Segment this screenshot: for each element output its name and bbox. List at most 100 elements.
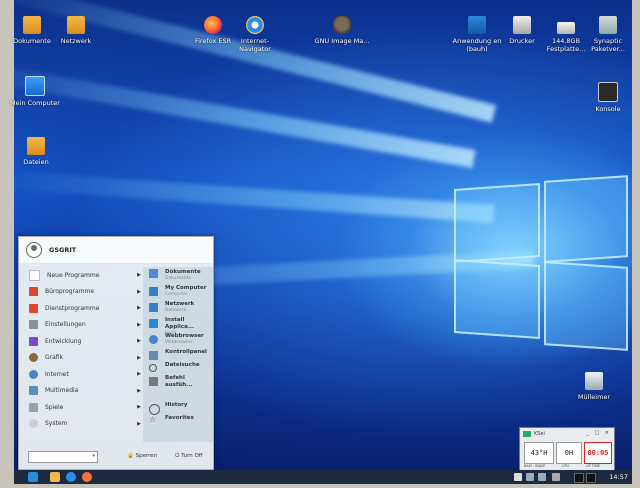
start-menu-places: Dokumente Dokumente My Computer Computer… (143, 267, 213, 442)
place-network[interactable]: Netzwerk Netzwerk (143, 301, 213, 317)
place-file-search[interactable]: Dateisuche (143, 362, 213, 375)
chevron-right-icon: ▶ (137, 420, 141, 427)
firefox-icon[interactable] (82, 472, 92, 482)
internet-explorer-icon (246, 16, 264, 34)
settings-icon (29, 320, 38, 330)
place-install-applications[interactable]: Install Applica... bauh (143, 317, 213, 336)
place-subtitle: Webbrowser (165, 340, 193, 345)
windows-logo-pane (454, 182, 540, 264)
chevron-right-icon: ▶ (137, 404, 141, 411)
desktop-icon-label: Mein Computer (10, 99, 60, 107)
place-web-browser[interactable]: Webbrowser Webbrowser (143, 333, 213, 349)
uptime-display: 00:05 (584, 442, 612, 464)
desktop-icon-label: Mülleimer (577, 393, 611, 401)
folder-icon (23, 16, 41, 34)
monitor-bezel (632, 0, 640, 488)
firefox-icon (204, 16, 222, 34)
category-office[interactable]: Büroprogramme ▶ (23, 284, 141, 301)
web-browser-icon[interactable] (66, 472, 76, 482)
web-browser-icon (149, 335, 158, 344)
desktop-icon-files[interactable]: Dateien (8, 137, 64, 166)
place-my-computer[interactable]: My Computer Computer (143, 285, 213, 301)
category-settings[interactable]: Einstellungen ▶ (23, 317, 141, 334)
internet-icon (29, 369, 38, 379)
taskbar: 14:57 (14, 470, 632, 484)
start-menu-username: GSGRIT (49, 246, 77, 254)
package-manager-icon (599, 16, 617, 34)
category-label: Grafik (45, 354, 64, 362)
desktop-icon-gimp[interactable]: GNU Image Ma... (314, 16, 370, 45)
tray-icon[interactable] (552, 473, 560, 481)
category-label: Spiele (45, 403, 64, 411)
graphics-icon (29, 353, 38, 363)
chevron-right-icon: ▶ (137, 338, 141, 345)
taskbar-clock[interactable]: 14:57 (609, 473, 628, 481)
files-icon[interactable] (50, 472, 60, 482)
desktop-icon-label: Firefox ESR (194, 37, 232, 45)
terminal-icon (598, 82, 618, 102)
place-history[interactable]: History (143, 402, 213, 415)
desktop-icon-trash[interactable]: Mülleimer (566, 372, 622, 401)
shutdown-button[interactable]: ⏻ Turn Off (175, 453, 203, 460)
desktop-icon-console[interactable]: Konsole (580, 82, 636, 113)
monitor-icon (523, 431, 531, 437)
show-desktop-icon[interactable] (574, 473, 584, 483)
start-menu: GSGRIT Neue Programme ▶ Büroprogramme ▶ … (18, 236, 214, 470)
computer-icon (149, 287, 158, 296)
network-icon[interactable] (538, 473, 546, 481)
star-icon: ☆ (149, 415, 157, 424)
place-title: History (165, 402, 188, 408)
category-games[interactable]: Spiele ▶ (23, 399, 141, 416)
category-multimedia[interactable]: Multimedia ▶ (23, 383, 141, 400)
place-documents[interactable]: Dokumente Dokumente (143, 267, 213, 285)
lock-button[interactable]: 🔒 Sperren (127, 453, 157, 459)
category-label: Multimedia (45, 387, 79, 395)
place-title: Webbrowser (165, 333, 204, 339)
printer-icon (513, 16, 531, 34)
start-menu-footer: ▾ 🔒 Sperren ⏻ Turn Off (19, 445, 213, 469)
computer-icon (25, 76, 45, 96)
desktop-icon-network[interactable]: Netzwerk (48, 16, 104, 45)
show-desktop-icon[interactable] (586, 473, 596, 483)
chevron-right-icon: ▶ (137, 387, 141, 394)
window-controls-icon[interactable]: _ □ × (586, 430, 611, 436)
place-title: Kontrollpanel (165, 349, 207, 355)
place-control-panel[interactable]: Kontrollpanel (143, 349, 213, 362)
chevron-right-icon: ▶ (137, 321, 141, 328)
start-menu-user-header: GSGRIT (19, 237, 213, 263)
chevron-right-icon: ▶ (137, 272, 141, 279)
new-programs-icon (29, 269, 40, 281)
clock-icon (149, 404, 160, 415)
volume-icon[interactable] (526, 473, 534, 481)
lock-label: Sperren (135, 453, 158, 459)
run-command-icon (149, 377, 158, 386)
category-label: Büroprogramme (45, 288, 95, 296)
category-internet[interactable]: Internet ▶ (23, 366, 141, 383)
tray-icon[interactable] (514, 473, 522, 481)
category-new-programs[interactable]: Neue Programme ▶ (23, 267, 141, 284)
desktop-icon-label: Synaptic Paketver... (591, 37, 625, 53)
desktop-icon-label: Dateien (23, 158, 49, 166)
office-icon (29, 287, 38, 297)
development-icon (29, 336, 38, 346)
desktop-icon-my-computer[interactable]: Mein Computer (7, 76, 63, 107)
network-icon (149, 303, 158, 312)
utilities-icon (29, 303, 38, 313)
category-label: Neue Programme (47, 271, 100, 279)
start-menu-search-input[interactable]: ▾ (28, 451, 98, 463)
monitor-bezel (0, 484, 640, 488)
widget-title: KSei (534, 431, 545, 437)
place-run-command[interactable]: Befehl ausfüh... (143, 375, 213, 388)
install-applications-icon (149, 319, 158, 328)
category-utilities[interactable]: Dienstprogramme ▶ (23, 300, 141, 317)
start-button-icon[interactable] (28, 472, 38, 482)
category-label: Dienstprogramme (45, 304, 100, 312)
desktop-icon-synaptic[interactable]: Synaptic Paketver... (580, 16, 636, 53)
monitor-bezel (0, 0, 14, 488)
category-development[interactable]: Entwicklung ▶ (23, 333, 141, 350)
category-system[interactable]: System ▶ (23, 416, 141, 433)
place-favorites[interactable]: ☆ Favorites (143, 415, 213, 428)
desktop-icon-internet-navigator[interactable]: Internet-Navigator (227, 16, 283, 53)
category-graphics[interactable]: Grafik ▶ (23, 350, 141, 367)
trash-icon (585, 372, 603, 390)
